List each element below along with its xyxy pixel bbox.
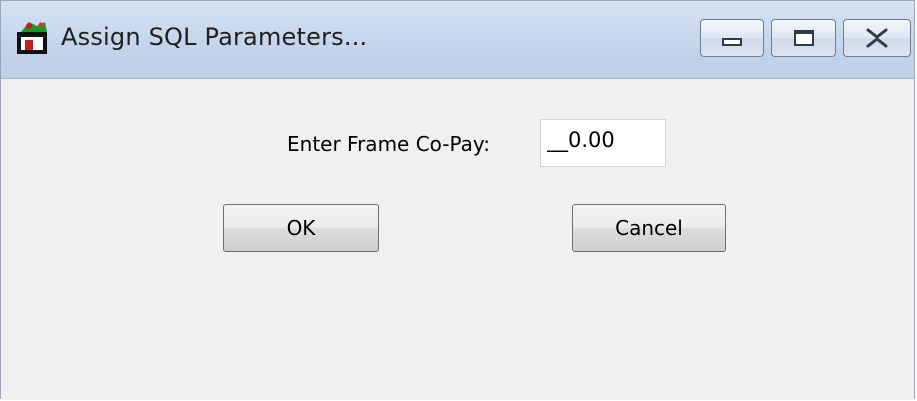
maximize-button[interactable] <box>771 19 836 57</box>
dialog-body <box>1 79 914 400</box>
window-title: Assign SQL Parameters... <box>61 23 368 51</box>
close-button[interactable] <box>843 19 911 57</box>
app-icon <box>15 20 51 56</box>
close-icon <box>864 28 890 48</box>
minimize-button[interactable] <box>700 19 764 57</box>
title-bar[interactable]: Assign SQL Parameters... <box>1 1 914 79</box>
ok-button[interactable]: OK <box>223 204 379 252</box>
maximize-icon <box>793 30 814 46</box>
copay-input[interactable] <box>540 119 666 167</box>
dialog-window: Assign SQL Parameters... Enter Frame Co-… <box>0 0 915 400</box>
minimize-icon <box>722 38 742 46</box>
copay-label: Enter Frame Co-Pay: <box>287 132 491 156</box>
cancel-button[interactable]: Cancel <box>572 204 726 252</box>
